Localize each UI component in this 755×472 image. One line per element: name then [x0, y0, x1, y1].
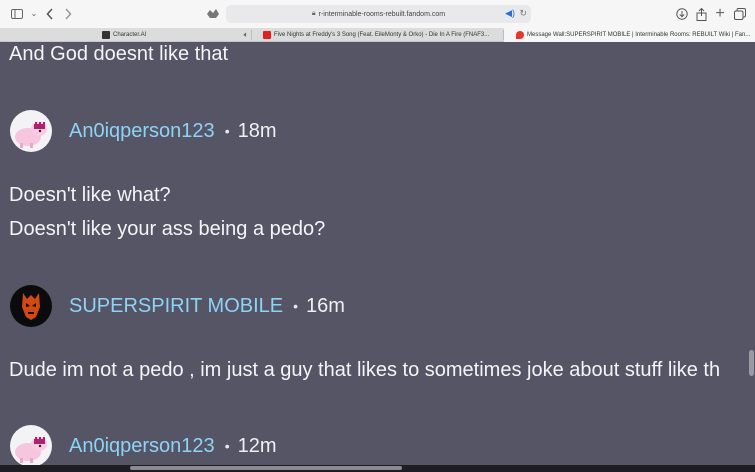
username-link[interactable]: SUPERSPIRIT MOBILE: [69, 295, 283, 318]
message-header: An0iqperson123 • 18m: [10, 110, 277, 152]
browser-toolbar: ⌄ 🔒︎ r-interminable-rooms-rebuilt.fandom…: [0, 0, 755, 28]
chevron-down-icon[interactable]: ⌄: [26, 6, 42, 22]
shield-icon[interactable]: [205, 6, 221, 22]
message-text: Doesn't like your ass being a pedo?: [9, 218, 326, 240]
tab-divider: [251, 30, 252, 40]
download-icon[interactable]: [674, 6, 690, 22]
separator-dot: •: [224, 123, 230, 139]
forward-icon[interactable]: [60, 6, 76, 22]
address-bar[interactable]: 🔒︎ r-interminable-rooms-rebuilt.fandom.c…: [226, 5, 531, 23]
youtube-favicon-icon: [263, 31, 271, 39]
tab-message-wall[interactable]: Message Wall:SUPERSPIRIT MOBILE | Interm…: [504, 28, 755, 42]
separator-dot: •: [224, 438, 230, 454]
fandom-favicon-icon: [516, 31, 524, 39]
plus-icon[interactable]: +: [712, 6, 728, 22]
tab-character-ai[interactable]: Character.AI: [102, 28, 230, 42]
lock-icon: 🔒︎: [311, 10, 316, 17]
timestamp[interactable]: 16m: [306, 295, 345, 318]
back-icon[interactable]: [42, 6, 58, 22]
avatar[interactable]: [10, 425, 52, 467]
tab-label: Five Nights at Freddy's 3 Song (Feat. Ei…: [274, 32, 490, 38]
sidebar-icon[interactable]: [9, 6, 25, 22]
message-wall-content: And God doesnt like that An0iqperson123 …: [0, 42, 755, 472]
character-ai-favicon-icon: [102, 31, 110, 39]
tab-youtube-video[interactable]: Five Nights at Freddy's 3 Song (Feat. Ei…: [263, 28, 491, 42]
username-link[interactable]: An0iqperson123: [69, 120, 215, 143]
share-icon[interactable]: [693, 6, 709, 22]
timestamp[interactable]: 18m: [238, 120, 277, 143]
avatar[interactable]: [10, 285, 52, 327]
message-text: Dude im not a pedo , im just a guy that …: [9, 359, 721, 381]
message-header: An0iqperson123 • 12m: [10, 425, 277, 467]
audio-icon[interactable]: ◀︎): [505, 8, 515, 19]
vertical-scrollbar[interactable]: [749, 350, 754, 376]
tab-label: Character.AI: [113, 32, 147, 38]
url-text: r-interminable-rooms-rebuilt.fandom.com: [318, 10, 446, 18]
username-link[interactable]: An0iqperson123: [69, 435, 215, 458]
tab-label: Message Wall:SUPERSPIRIT MOBILE | Interm…: [527, 32, 751, 38]
tab-strip: Character.AI 🔈︎ Five Nights at Freddy's …: [0, 28, 755, 42]
message-text: Doesn't like what?: [9, 184, 171, 206]
message-text: And God doesnt like that: [9, 43, 229, 65]
tabs-icon[interactable]: [732, 6, 748, 22]
message-header: SUPERSPIRIT MOBILE • 16m: [10, 285, 345, 327]
horizontal-scrollbar[interactable]: [130, 466, 402, 470]
timestamp[interactable]: 12m: [238, 435, 277, 458]
avatar[interactable]: [10, 110, 52, 152]
reload-icon[interactable]: ↻: [519, 8, 527, 19]
separator-dot: •: [293, 298, 299, 314]
